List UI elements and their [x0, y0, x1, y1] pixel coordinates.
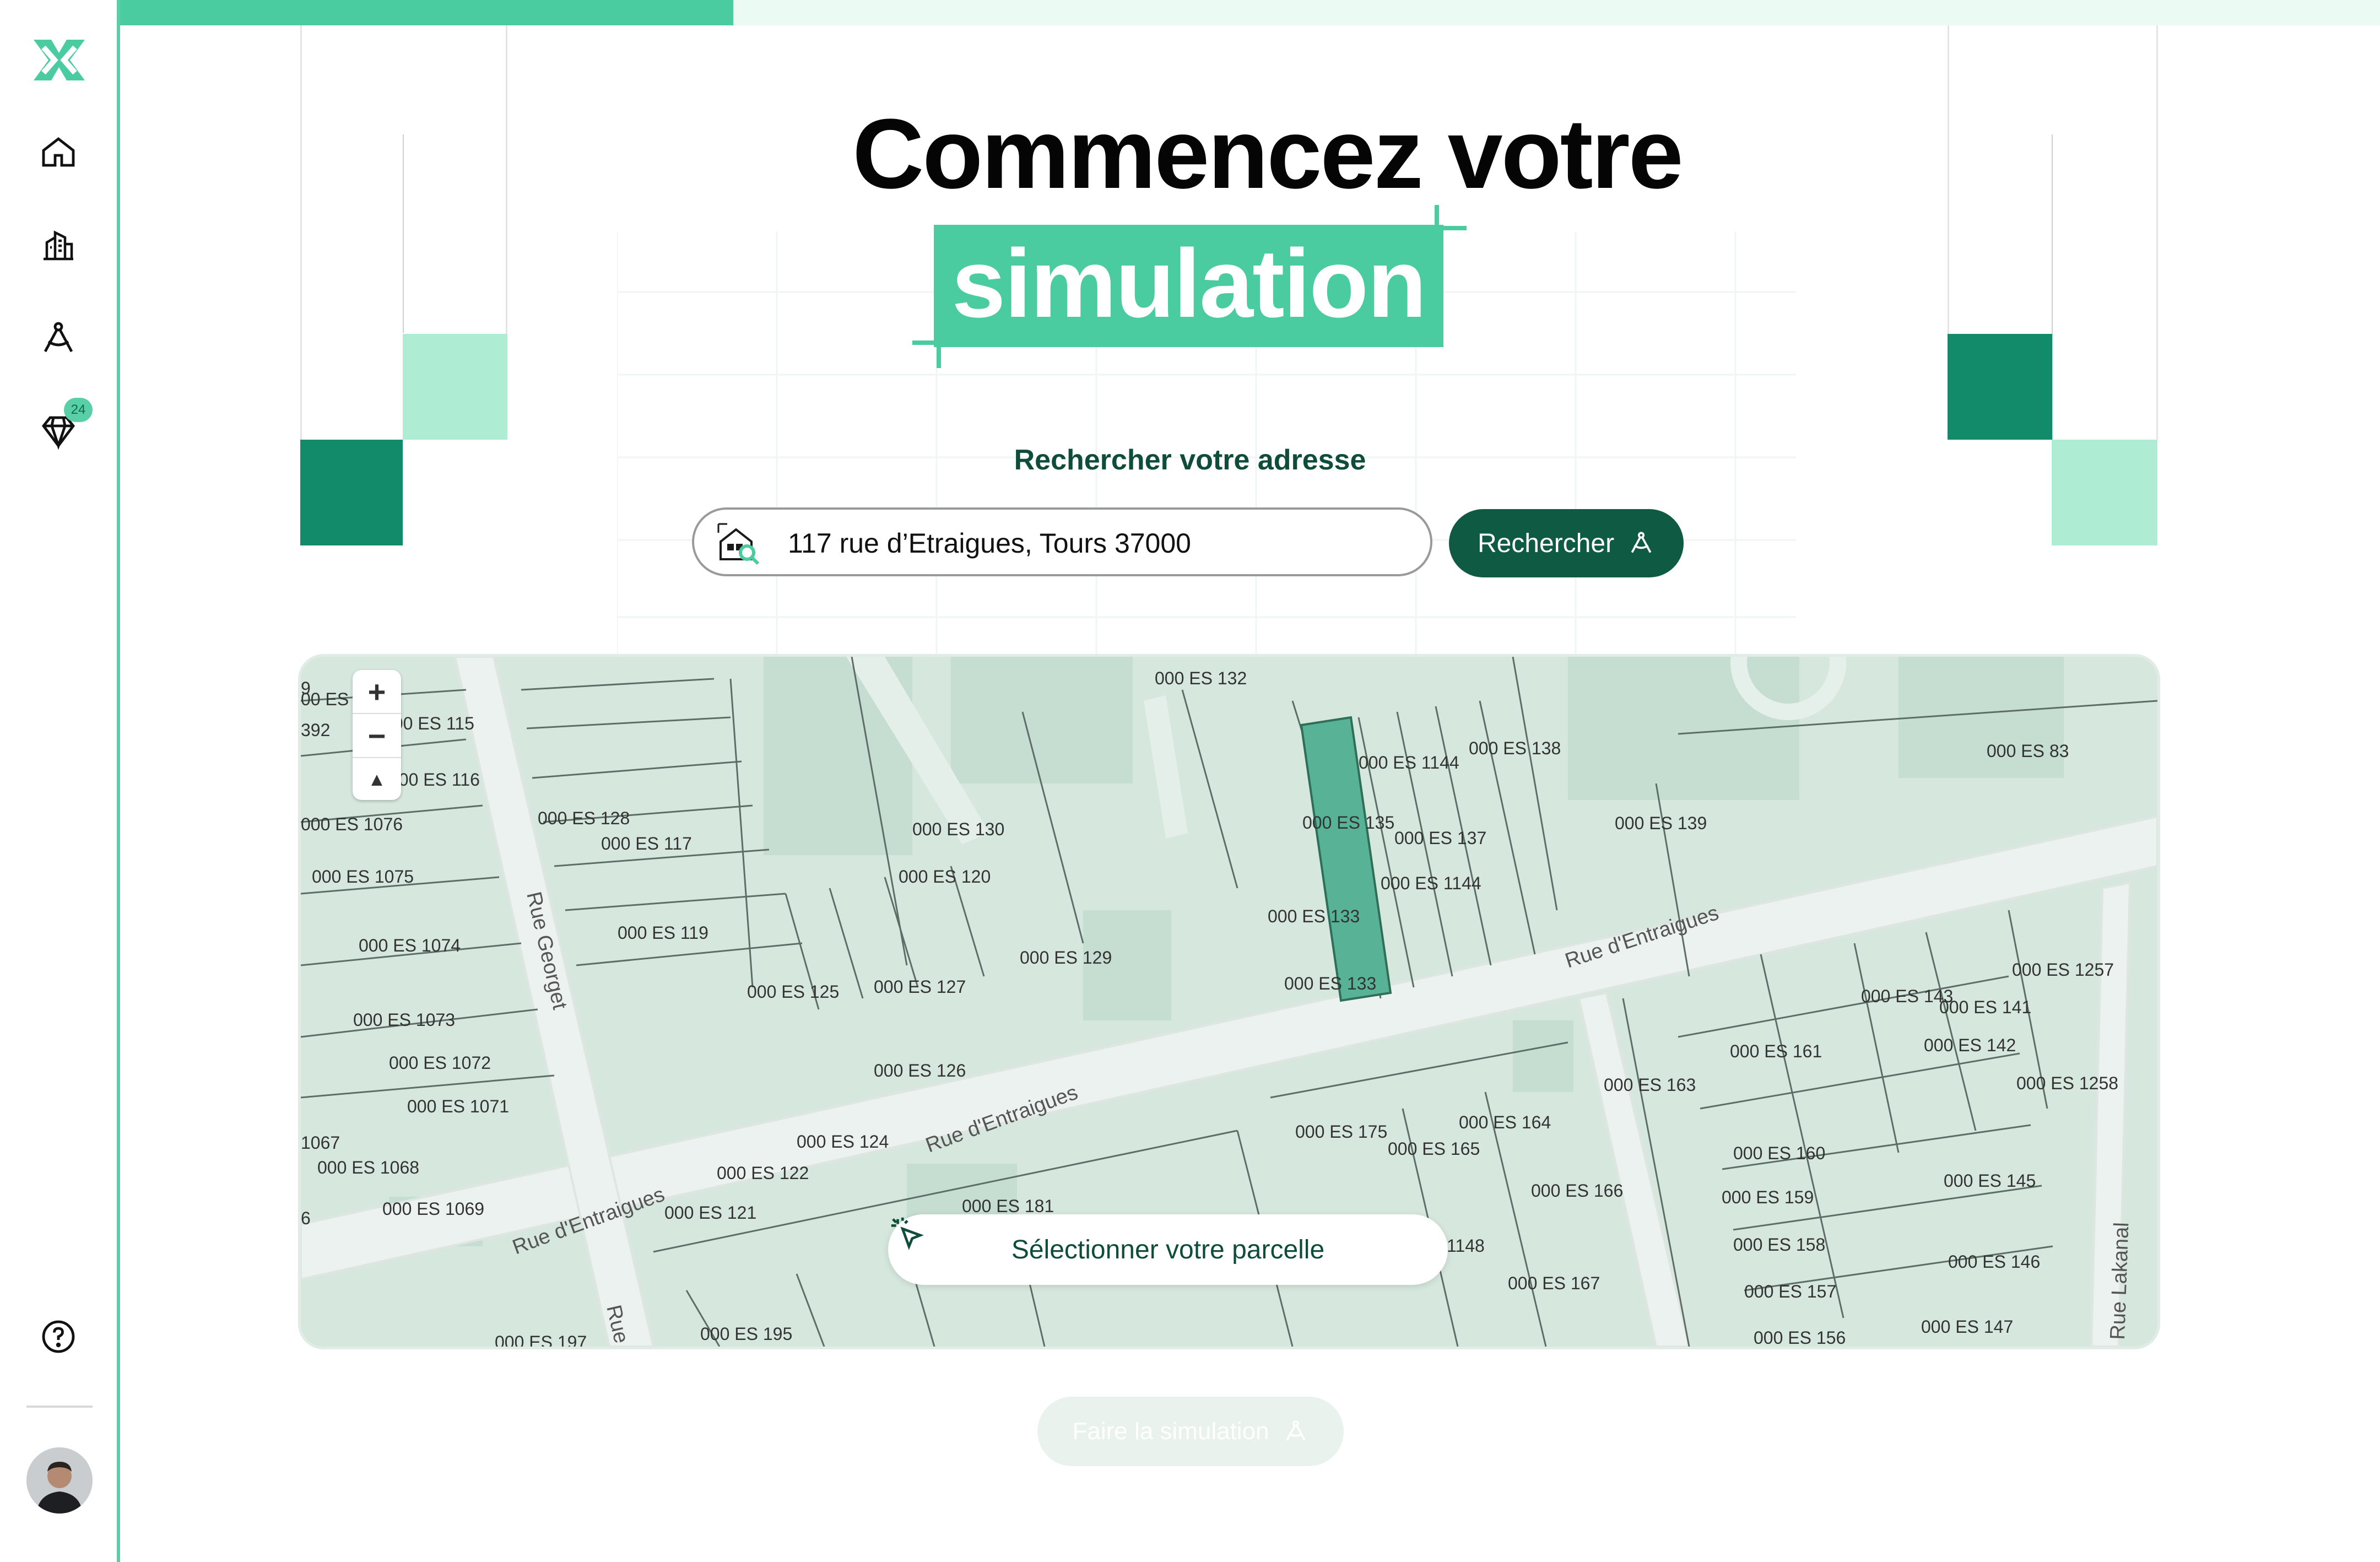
parcel-label[interactable]: 000 ES 128 [538, 808, 630, 828]
parcel-label[interactable]: 000 ES 117 [601, 834, 692, 853]
parcel-label[interactable]: 000 ES 1144 [1359, 753, 1459, 772]
parcel-label[interactable]: 000 ES 166 [1531, 1181, 1623, 1201]
parcel-label[interactable]: 000 ES 126 [874, 1061, 966, 1080]
sidebar: 24 [0, 0, 120, 1562]
parcel-label[interactable]: 000 ES 129 [1020, 948, 1112, 968]
parcel-label[interactable]: 000 ES 125 [747, 982, 839, 1002]
zoom-control: + − ▲ [353, 670, 401, 800]
parcel-label[interactable]: 9 [301, 678, 311, 698]
parcel-label[interactable]: 000 ES 142 [1924, 1035, 2016, 1055]
parcel-label[interactable]: 6 [301, 1208, 311, 1228]
zoom-out-button[interactable]: − [353, 714, 401, 758]
parcel-label[interactable]: 000 ES 164 [1459, 1112, 1551, 1132]
progress-fill [120, 0, 734, 25]
parcel-label[interactable]: 000 ES 145 [1944, 1171, 2036, 1191]
parcel-label[interactable]: 000 ES 167 [1508, 1273, 1600, 1293]
parcel-label[interactable]: 000 ES 175 [1295, 1122, 1387, 1142]
deco-line [1948, 25, 1949, 334]
deco-block [403, 334, 507, 440]
compass-drafting-icon [1285, 1420, 1306, 1441]
deco-block [1948, 334, 2052, 440]
deco-line [506, 25, 507, 334]
parcel-label[interactable]: 000 ES 132 [1155, 668, 1247, 688]
parcel-label[interactable]: 000 ES 197 [495, 1332, 587, 1347]
buildings-icon[interactable] [35, 223, 82, 269]
parcel-label[interactable]: 000 ES 83 [1987, 741, 2069, 761]
parcel-label[interactable]: 000 ES 1073 [353, 1010, 455, 1030]
zoom-in-button[interactable]: + [353, 670, 401, 714]
parcel-label[interactable]: 000 ES 165 [1388, 1139, 1480, 1159]
parcel-label[interactable]: 000 ES 195 [700, 1324, 792, 1344]
parcel-label[interactable]: 000 ES 120 [899, 867, 991, 887]
parcel-label[interactable]: 000 ES 133 [1268, 906, 1360, 926]
deco-line [403, 134, 404, 333]
parcel-label[interactable]: 000 ES 1071 [407, 1096, 509, 1116]
parcel-label[interactable]: 000 ES 1075 [312, 867, 414, 887]
house-search-icon [717, 523, 760, 565]
logo-mark-icon[interactable] [30, 36, 88, 84]
parcel-label[interactable]: 000 ES 1072 [389, 1053, 491, 1073]
parcel-label[interactable]: 000 ES 1074 [359, 936, 461, 955]
parcel-label[interactable]: 000 ES 1257 [2012, 960, 2114, 980]
parcel-label[interactable]: 000 ES 146 [1948, 1252, 2040, 1272]
parcel-label[interactable]: 000 ES 130 [912, 819, 1004, 839]
address-search-field[interactable] [692, 507, 1432, 576]
help-circle-icon[interactable] [35, 1314, 82, 1360]
sidebar-divider [26, 1406, 93, 1408]
progress-bar [120, 0, 2380, 25]
parcel-label[interactable]: 000 ES 159 [1722, 1187, 1814, 1207]
parcel-label[interactable]: 000 ES 122 [717, 1163, 809, 1183]
compass-drafting-icon [1631, 532, 1652, 553]
parcel-label[interactable]: 000 ES 158 [1733, 1235, 1825, 1255]
parcel-label[interactable]: 000 ES 1069 [382, 1199, 484, 1219]
deco-line [300, 25, 302, 444]
parcel-label[interactable]: 000 ES 116 [389, 770, 480, 790]
search-button[interactable]: Rechercher [1449, 509, 1684, 577]
search-input[interactable] [787, 523, 1406, 564]
avatar[interactable] [26, 1447, 93, 1514]
parcel-label[interactable]: 000 ES 139 [1615, 813, 1707, 833]
title-highlight-word: simulation [951, 230, 1426, 338]
parcel-label[interactable]: 000 ES 1076 [301, 814, 403, 834]
parcel-label[interactable]: 000 ES 121 [664, 1203, 756, 1223]
parcel-label[interactable]: 000 ES 161 [1730, 1041, 1822, 1061]
notification-badge: 24 [64, 398, 93, 422]
deco-line [2156, 25, 2158, 440]
parcel-label[interactable]: 000 ES 135 [1302, 813, 1394, 833]
search-label: Rechercher votre adresse [1014, 444, 1366, 476]
cursor-click-icon [891, 1217, 924, 1250]
parcel-label[interactable]: 000 ES 1258 [2016, 1073, 2118, 1093]
street-label: Rue Lakanal [2106, 1222, 2133, 1341]
parcel-label[interactable]: 000 ES 133 [1284, 974, 1376, 993]
page-title: Commencez votre [852, 99, 1683, 209]
deco-block [2052, 440, 2157, 545]
parcel-label[interactable]: 000 ES 1068 [317, 1158, 419, 1177]
parcel-label[interactable]: 1148 [1447, 1236, 1485, 1256]
compass-drafting-icon[interactable] [35, 315, 82, 361]
home-icon[interactable] [35, 129, 82, 175]
parcel-label[interactable]: 000 ES 1144 [1381, 873, 1481, 893]
select-parcel-prompt[interactable]: Sélectionner votre parcelle [888, 1214, 1448, 1285]
parcel-label[interactable]: 000 ES 156 [1754, 1328, 1846, 1347]
cadastral-map[interactable]: 000 ES 132 000 ES 115 000 ES 116 000 ES 117… [298, 654, 2160, 1349]
parcel-label[interactable]: 000 ES 157 [1744, 1282, 1836, 1301]
search-button-label: Rechercher [1477, 528, 1615, 558]
run-simulation-label: Faire la simulation [1072, 1418, 1269, 1445]
parcel-label[interactable]: 000 ES 160 [1733, 1143, 1825, 1163]
parcel-label[interactable]: 000 ES 127 [874, 977, 966, 997]
parcel-label[interactable]: 000 ES 124 [797, 1132, 889, 1152]
deco-block [300, 440, 403, 545]
parcel-label[interactable]: 000 ES 147 [1921, 1317, 2013, 1337]
parcel-label[interactable]: 000 ES 141 [1939, 997, 2031, 1017]
compass-button[interactable]: ▲ [353, 758, 401, 801]
parcel-label[interactable]: 000 ES 137 [1394, 828, 1486, 848]
parcel-label[interactable]: 392 [301, 720, 330, 740]
parcel-label[interactable]: 000 ES 163 [1604, 1075, 1696, 1095]
parcel-label[interactable]: 1067 [301, 1133, 340, 1153]
select-parcel-label: Sélectionner votre parcelle [1011, 1235, 1325, 1264]
parcel-label[interactable]: 000 ES 119 [618, 923, 708, 943]
run-simulation-button[interactable]: Faire la simulation [1037, 1397, 1344, 1466]
parcel-label[interactable]: 000 ES 181 [962, 1196, 1054, 1216]
parcel-label[interactable]: 000 ES 138 [1469, 738, 1561, 758]
